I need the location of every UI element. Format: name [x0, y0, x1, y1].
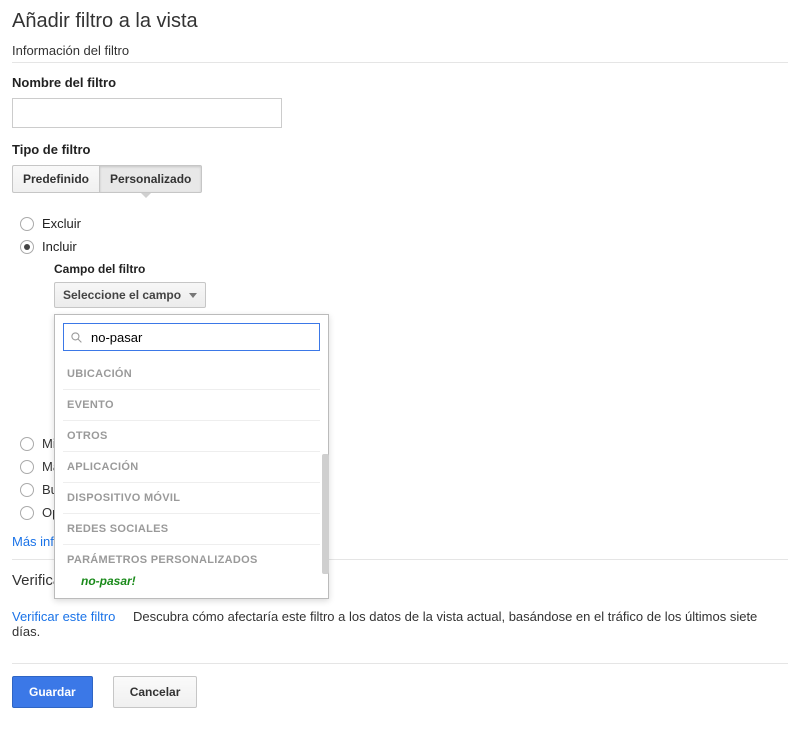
dropdown-group[interactable]: APLICACIÓN — [63, 452, 320, 483]
filter-field-dropdown-button[interactable]: Seleccione el campo — [54, 282, 206, 308]
divider — [12, 663, 788, 664]
radio-exclude-label: Excluir — [42, 216, 81, 231]
filter-type-predefined[interactable]: Predefinido — [12, 165, 99, 193]
dropdown-group[interactable]: UBICACIÓN — [63, 359, 320, 390]
filter-field-dropdown-panel: UBICACIÓN EVENTO OTROS APLICACIÓN DISPOS… — [54, 314, 329, 599]
search-icon — [70, 331, 83, 344]
scrollbar-thumb[interactable] — [322, 454, 329, 574]
divider — [12, 62, 788, 63]
radio-exclude[interactable]: Excluir — [20, 216, 788, 231]
radio-circle-icon — [20, 483, 34, 497]
dropdown-group[interactable]: OTROS — [63, 421, 320, 452]
radio-circle-icon — [20, 437, 34, 451]
filter-field-dropdown-text: Seleccione el campo — [63, 288, 181, 302]
verify-filter-link[interactable]: Verificar este filtro — [12, 609, 115, 624]
filter-name-label: Nombre del filtro — [12, 75, 788, 90]
filter-type-toggle: Predefinido Personalizado — [12, 165, 788, 193]
save-button[interactable]: Guardar — [12, 676, 93, 708]
page-title: Añadir filtro a la vista — [12, 10, 788, 33]
filter-info-heading: Información del filtro — [12, 43, 788, 58]
radio-circle-icon — [20, 506, 34, 520]
chevron-down-icon — [189, 293, 197, 298]
dropdown-group[interactable]: DISPOSITIVO MÓVIL — [63, 483, 320, 514]
cancel-button[interactable]: Cancelar — [113, 676, 198, 708]
radio-include[interactable]: Incluir — [20, 239, 788, 254]
radio-circle-icon — [20, 460, 34, 474]
dropdown-group[interactable]: REDES SOCIALES — [63, 514, 320, 545]
filter-field-label: Campo del filtro — [54, 262, 788, 276]
radio-circle-icon — [20, 217, 34, 231]
filter-type-custom[interactable]: Personalizado — [99, 165, 202, 193]
filter-type-label: Tipo de filtro — [12, 142, 788, 157]
dropdown-search[interactable] — [63, 323, 320, 351]
radio-include-label: Incluir — [42, 239, 77, 254]
dropdown-group[interactable]: PARÁMETROS PERSONALIZADOS — [63, 545, 320, 568]
dropdown-match-item[interactable]: no-pasar! — [63, 568, 320, 592]
filter-name-input[interactable] — [12, 98, 282, 128]
more-info-link[interactable]: Más inf — [12, 534, 54, 549]
radio-circle-icon — [20, 240, 34, 254]
dropdown-group[interactable]: EVENTO — [63, 390, 320, 421]
dropdown-search-input[interactable] — [89, 329, 313, 346]
verify-description: Descubra cómo afectaría este filtro a lo… — [12, 609, 757, 639]
